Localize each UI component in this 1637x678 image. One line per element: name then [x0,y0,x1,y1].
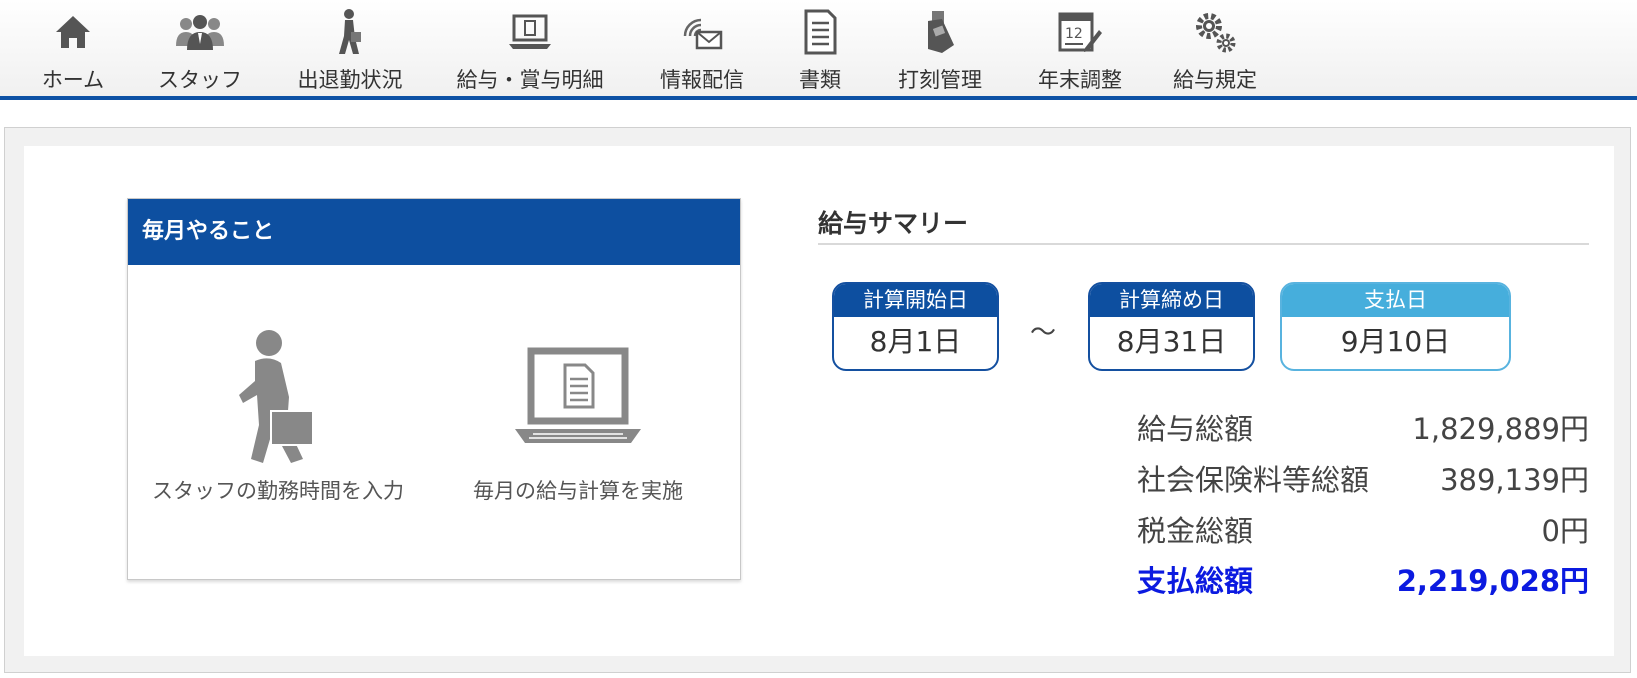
laptop-icon [507,8,553,56]
amount-row-tax: 税金総額 0円 [1137,508,1589,552]
task-enter-work-hours[interactable]: スタッフの勤務時間を入力 [128,265,428,581]
home-icon [53,8,93,56]
nav-payslip[interactable]: 給与・賞与明細 [450,0,610,96]
calc-end-label: 計算締め日 [1090,284,1253,317]
calc-start-date: 計算開始日 8月1日 [832,282,999,371]
top-navigation: ホーム スタッフ 出退勤状況 給与・賞与明細 情報配信 書類 打刻管理 12 年… [0,0,1637,100]
amount-label: 給与総額 [1137,412,1254,446]
date-range-separator: ～ [1030,318,1057,348]
amount-value: 1,829,889円 [1412,412,1589,446]
total-value: 2,219,028円 [1396,564,1589,598]
nav-attendance-label: 出退勤状況 [297,68,403,92]
calendar-edit-icon: 12 [1057,8,1103,56]
monthly-tasks-title: 毎月やること [128,199,740,265]
payment-date: 支払日 9月10日 [1280,282,1511,371]
nav-yearend-label: 年末調整 [1038,68,1122,92]
nav-payrules-label: 給与規定 [1173,68,1257,92]
amount-value: 389,139円 [1440,463,1589,497]
nav-broadcast[interactable]: 情報配信 [650,0,754,96]
payment-date-value: 9月10日 [1340,325,1451,358]
task-run-payroll-label: 毎月の給与計算を実施 [473,479,683,503]
nav-staff-label: スタッフ [158,68,242,92]
nav-broadcast-label: 情報配信 [660,68,744,92]
task-enter-work-hours-label: スタッフの勤務時間を入力 [152,479,404,503]
calc-end-date: 計算締め日 8月31日 [1088,282,1255,371]
gears-icon [1192,8,1238,56]
nav-yearend[interactable]: 12 年末調整 [1030,0,1130,96]
walking-person-icon [333,8,367,56]
amount-label: 税金総額 [1137,514,1254,548]
calc-start-label: 計算開始日 [834,284,997,317]
task-run-payroll[interactable]: 毎月の給与計算を実施 [428,265,728,581]
nav-documents[interactable]: 書類 [790,0,850,96]
nav-payslip-label: 給与・賞与明細 [456,68,604,92]
amount-row-social-insurance: 社会保険料等総額 389,139円 [1137,457,1589,501]
document-icon [802,8,838,56]
nav-staff[interactable]: スタッフ [150,0,250,96]
amount-row-gross: 給与総額 1,829,889円 [1137,406,1589,450]
amount-value: 0円 [1541,514,1589,548]
amount-label: 社会保険料等総額 [1137,463,1370,497]
calc-start-value: 8月1日 [869,325,962,358]
nav-timeclock-label: 打刻管理 [898,68,982,92]
summary-divider [818,243,1589,245]
nav-attendance[interactable]: 出退勤状況 [288,0,412,96]
summary-title: 給与サマリー [818,209,969,238]
total-label: 支払総額 [1137,564,1254,598]
calc-end-value: 8月31日 [1116,325,1227,358]
people-icon [174,8,226,56]
monthly-tasks-card: 毎月やること スタッフの勤務時間を入力 毎月の給与計算を実施 [127,198,741,580]
broadcast-mail-icon [679,8,725,56]
nav-documents-label: 書類 [799,68,841,92]
walking-businessman-icon [128,329,428,465]
nav-home[interactable]: ホーム [30,0,116,96]
nav-home-label: ホーム [41,68,105,92]
calendar-number: 12 [1065,26,1083,42]
payment-date-label: 支払日 [1282,284,1509,317]
nav-timeclock[interactable]: 打刻管理 [888,0,992,96]
amount-row-total: 支払総額 2,219,028円 [1137,558,1589,602]
card-reader-icon [920,8,960,56]
laptop-document-icon [428,347,728,447]
nav-payrules[interactable]: 給与規定 [1165,0,1265,96]
